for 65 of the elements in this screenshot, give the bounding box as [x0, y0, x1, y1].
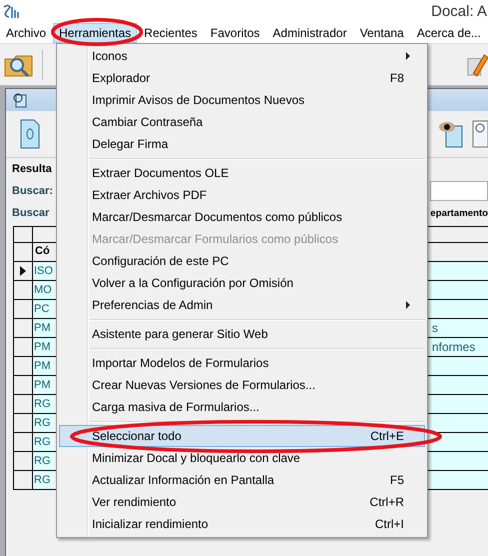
app-logo-icon: [2, 4, 20, 20]
menu-item[interactable]: Seleccionar todo Ctrl+E: [59, 425, 425, 447]
table-cell: [430, 262, 488, 280]
search-in-label: Buscar: [12, 207, 50, 219]
table-cell: PM: [33, 376, 54, 394]
table-cell: RG: [33, 414, 54, 432]
table-cell: ISO: [33, 262, 54, 280]
menu-bar-item[interactable]: Favoritos: [205, 24, 265, 42]
menu-bar-item[interactable]: Acerca de...: [412, 24, 486, 42]
search-label: Buscar:: [12, 185, 53, 197]
menu-item[interactable]: Minimizar Docal y bloquearlo con clave: [59, 447, 425, 469]
table-cell: [430, 395, 488, 413]
menu-item[interactable]: Imprimir Avisos de Documentos Nuevos: [59, 89, 425, 111]
menu-item[interactable]: Explorador F8: [59, 67, 425, 89]
menu-item[interactable]: Volver a la Configuración por Omisión: [59, 272, 425, 294]
eye-document-icon[interactable]: [438, 120, 464, 148]
table-cell: [430, 471, 488, 489]
table-cell: RG: [33, 452, 54, 470]
menu-item[interactable]: Iconos: [59, 45, 425, 67]
table-cell: [430, 357, 488, 375]
table-cell: [430, 281, 488, 299]
menu-bar-item[interactable]: Administrador: [268, 24, 352, 42]
menu-bar-item[interactable]: Recientes: [139, 24, 202, 42]
menu-item[interactable]: Crear Nuevas Versiones de Formularios...: [59, 374, 425, 396]
menu-item[interactable]: Inicializar rendimiento Ctrl+I: [59, 513, 425, 535]
table-cell: PC: [33, 300, 54, 318]
table-cell: [430, 300, 488, 318]
table-cell: [430, 433, 488, 451]
menu-item[interactable]: Delegar Firma: [59, 133, 425, 155]
menu-item[interactable]: Asistente para generar Sitio Web: [59, 323, 425, 345]
table-cell: MO: [33, 281, 54, 299]
document-icon: [12, 92, 28, 108]
menu-bar-item[interactable]: Ventana: [354, 24, 409, 42]
table-cell: [430, 376, 488, 394]
menu-item[interactable]: Carga masiva de Formularios...: [59, 396, 425, 418]
table-cell: PM: [33, 319, 54, 337]
menu-bar-item[interactable]: Archivo: [1, 24, 52, 42]
menu-item[interactable]: Importar Modelos de Formularios: [59, 352, 425, 374]
results-tab[interactable]: Resulta: [12, 163, 52, 175]
menu-item[interactable]: Marcar/Desmarcar Documentos como públicos: [59, 206, 425, 228]
table-cell: [430, 452, 488, 470]
column-header: Có: [34, 244, 51, 259]
search-field[interactable]: [430, 181, 488, 201]
table-cell: RG: [33, 395, 54, 413]
table-cell: PM: [33, 338, 54, 356]
document-icon[interactable]: [20, 119, 40, 149]
menu-item[interactable]: Ver rendimiento Ctrl+R: [59, 491, 425, 513]
current-row-icon: [20, 266, 26, 276]
column-header: epartamento: [430, 208, 488, 218]
document-icon[interactable]: [472, 120, 488, 148]
table-cell: [430, 414, 488, 432]
window-title: Docal: A: [431, 3, 488, 20]
table-cell: nformes: [430, 338, 488, 356]
menu-item[interactable]: Cambiar Contraseña: [59, 111, 425, 133]
table-cell: PM: [33, 357, 54, 375]
submenu-arrow-icon: [406, 52, 410, 60]
table-cell: s: [430, 319, 488, 337]
menu-item[interactable]: Extraer Documentos OLE: [59, 162, 425, 184]
submenu-arrow-icon: [406, 301, 410, 309]
menu-item[interactable]: Preferencias de Admin: [59, 294, 425, 316]
table-cell: RG: [33, 471, 54, 489]
menu-item[interactable]: Extraer Archivos PDF: [59, 184, 425, 206]
menu-item[interactable]: Actualizar Información en Pantalla F5: [59, 469, 425, 491]
menu-item[interactable]: Configuración de este PC: [59, 250, 425, 272]
table-cell: RG: [33, 433, 54, 451]
